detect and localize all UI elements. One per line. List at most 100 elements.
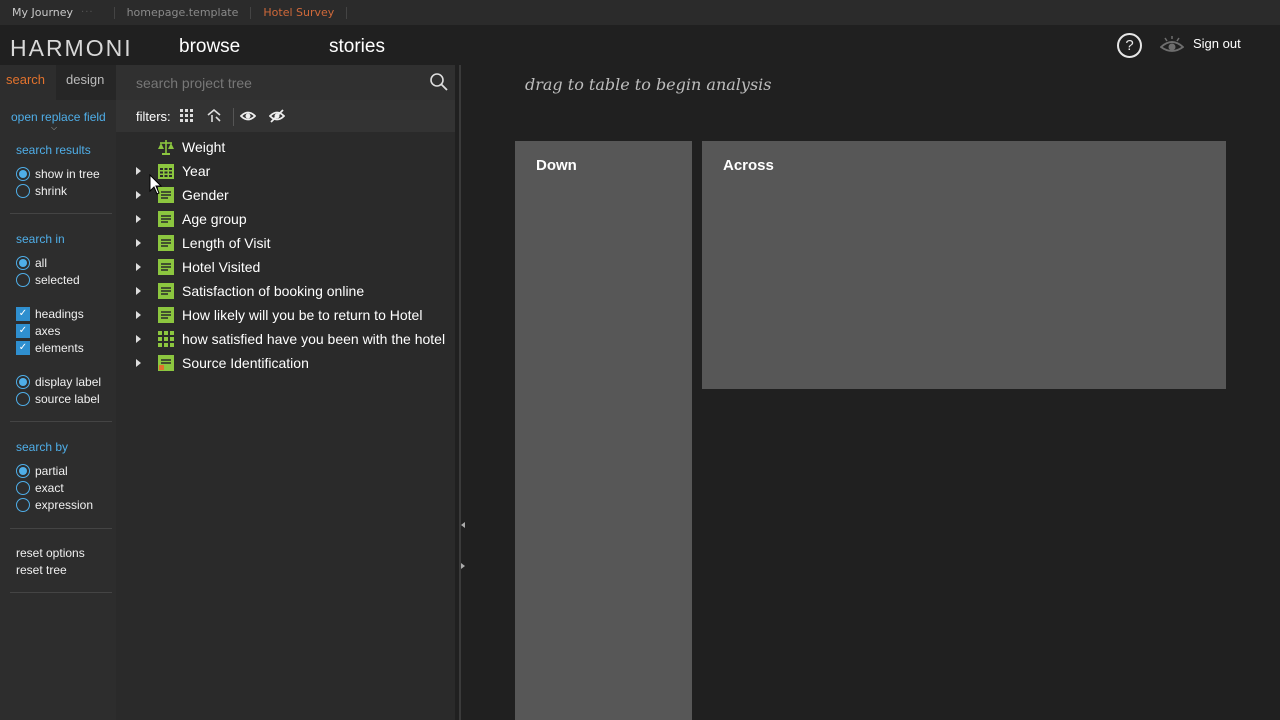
option-label: selected [35, 273, 80, 287]
expand-arrow-icon[interactable] [136, 191, 141, 199]
across-drop-zone[interactable]: Across [702, 141, 1226, 389]
radio-partial[interactable]: partial [16, 463, 68, 479]
tree-node-how-satisfied[interactable]: how satisfied have you been with the hot… [116, 327, 455, 351]
collapse-left-arrow-icon[interactable] [461, 522, 465, 528]
nav-browse[interactable]: browse [179, 36, 240, 58]
tree-search-box [116, 65, 455, 100]
eye-icon[interactable] [1160, 35, 1184, 55]
reset-options-link[interactable]: reset options [16, 546, 85, 560]
radio-exact[interactable]: exact [16, 480, 64, 496]
project-tree-panel: filters: [116, 65, 455, 720]
filters-bar: filters: [116, 100, 455, 132]
expand-right-arrow-icon[interactable] [461, 563, 465, 569]
sort-filter-icon[interactable] [206, 109, 222, 123]
down-zone-label: Down [536, 157, 577, 174]
divider [10, 213, 112, 214]
option-label: exact [35, 481, 64, 495]
tree-node-source-identification[interactable]: Source Identification [116, 351, 455, 375]
chevron-down-icon[interactable]: ⌵ [51, 123, 57, 133]
radio-display-label[interactable]: display label [16, 374, 101, 390]
expand-arrow-icon[interactable] [136, 335, 141, 343]
tree-node-label: Year [182, 163, 211, 179]
across-zone-label: Across [723, 157, 774, 174]
grid-variable-icon [158, 331, 174, 347]
option-label: display label [35, 375, 102, 389]
radio-unselected-icon[interactable] [16, 184, 30, 198]
tree-node-gender[interactable]: Gender [116, 183, 455, 207]
tree-node-likely-return[interactable]: How likely will you be to return to Hote… [116, 303, 455, 327]
expand-arrow-icon[interactable] [136, 311, 141, 319]
breadcrumb-separator [113, 6, 115, 19]
single-variable-icon [158, 283, 174, 299]
radio-selected-icon[interactable] [16, 375, 30, 389]
radio-show-in-tree[interactable]: show in tree [16, 166, 100, 182]
checkbox-axes[interactable]: ✓ axes [16, 323, 60, 339]
source-variable-icon [158, 355, 174, 371]
breadcrumb-separator [250, 6, 252, 19]
harmoni-logo[interactable]: HARMONI [10, 35, 133, 62]
single-variable-icon [158, 259, 174, 275]
option-label: shrink [35, 184, 68, 198]
breadcrumb-homepage-template[interactable]: homepage.template [127, 0, 239, 25]
tree-node-year[interactable]: Year [116, 159, 455, 183]
expand-arrow-icon[interactable] [136, 239, 141, 247]
expand-arrow-icon[interactable] [136, 359, 141, 367]
expand-arrow-icon[interactable] [136, 167, 141, 175]
radio-unselected-icon[interactable] [16, 273, 30, 287]
grid-filter-icon[interactable] [179, 109, 195, 123]
radio-selected-icon[interactable] [16, 464, 30, 478]
tree-node-label: Age group [182, 211, 247, 227]
search-options-panel: search design open replace field ⌵ searc… [0, 65, 116, 720]
search-icon[interactable] [429, 72, 449, 92]
radio-expression[interactable]: expression [16, 497, 93, 513]
option-label: elements [35, 341, 84, 355]
show-hidden-eye-icon[interactable] [240, 109, 256, 123]
nav-stories[interactable]: stories [329, 36, 385, 58]
tree-node-age-group[interactable]: Age group [116, 207, 455, 231]
radio-all[interactable]: all [16, 255, 47, 271]
tab-search[interactable]: search [0, 65, 56, 100]
radio-selected-icon[interactable] [16, 256, 30, 270]
breadcrumb-my-journey[interactable]: My Journey [0, 0, 73, 25]
tree-node-label: Gender [182, 187, 229, 203]
sign-out-link[interactable]: Sign out [1193, 36, 1241, 51]
breadcrumb-dots: ··· [81, 7, 94, 18]
hide-eye-icon[interactable] [269, 109, 285, 123]
help-icon[interactable]: ? [1117, 33, 1142, 58]
expand-arrow-icon[interactable] [136, 287, 141, 295]
checkbox-checked-icon[interactable]: ✓ [16, 307, 30, 321]
tree-node-label: how satisfied have you been with the hot… [182, 331, 446, 347]
search-by-title: search by [16, 440, 69, 454]
radio-unselected-icon[interactable] [16, 481, 30, 495]
breadcrumb-hotel-survey[interactable]: Hotel Survey [263, 0, 334, 25]
checkbox-elements[interactable]: ✓ elements [16, 340, 84, 356]
tree-node-length-of-visit[interactable]: Length of Visit [116, 231, 455, 255]
reset-tree-link[interactable]: reset tree [16, 563, 67, 577]
drag-hint: drag to table to begin analysis [525, 75, 772, 94]
tree-node-weight[interactable]: Weight [116, 135, 455, 159]
tree-node-satisfaction-booking[interactable]: Satisfaction of booking online [116, 279, 455, 303]
checkbox-checked-icon[interactable]: ✓ [16, 324, 30, 338]
expand-arrow-icon[interactable] [136, 263, 141, 271]
radio-selected[interactable]: selected [16, 272, 80, 288]
radio-selected-icon[interactable] [16, 167, 30, 181]
tree-node-hotel-visited[interactable]: Hotel Visited [116, 255, 455, 279]
tree-search-input[interactable] [116, 65, 416, 100]
down-drop-zone[interactable]: Down [515, 141, 692, 720]
expand-arrow-icon[interactable] [136, 215, 141, 223]
breadcrumb: My Journey ··· homepage.template Hotel S… [0, 0, 1280, 25]
mouse-cursor-icon [149, 174, 163, 195]
open-replace-field-link[interactable]: open replace field [11, 110, 106, 124]
tree-node-label: Weight [182, 139, 226, 155]
search-results-title: search results [16, 143, 91, 157]
tab-design[interactable]: design [56, 65, 116, 100]
radio-source-label[interactable]: source label [16, 391, 100, 407]
radio-unselected-icon[interactable] [16, 498, 30, 512]
radio-shrink[interactable]: shrink [16, 183, 67, 199]
option-label: source label [35, 392, 100, 406]
checkbox-headings[interactable]: ✓ headings [16, 306, 84, 322]
radio-unselected-icon[interactable] [16, 392, 30, 406]
single-variable-icon [158, 235, 174, 251]
single-variable-icon [158, 307, 174, 323]
checkbox-checked-icon[interactable]: ✓ [16, 341, 30, 355]
